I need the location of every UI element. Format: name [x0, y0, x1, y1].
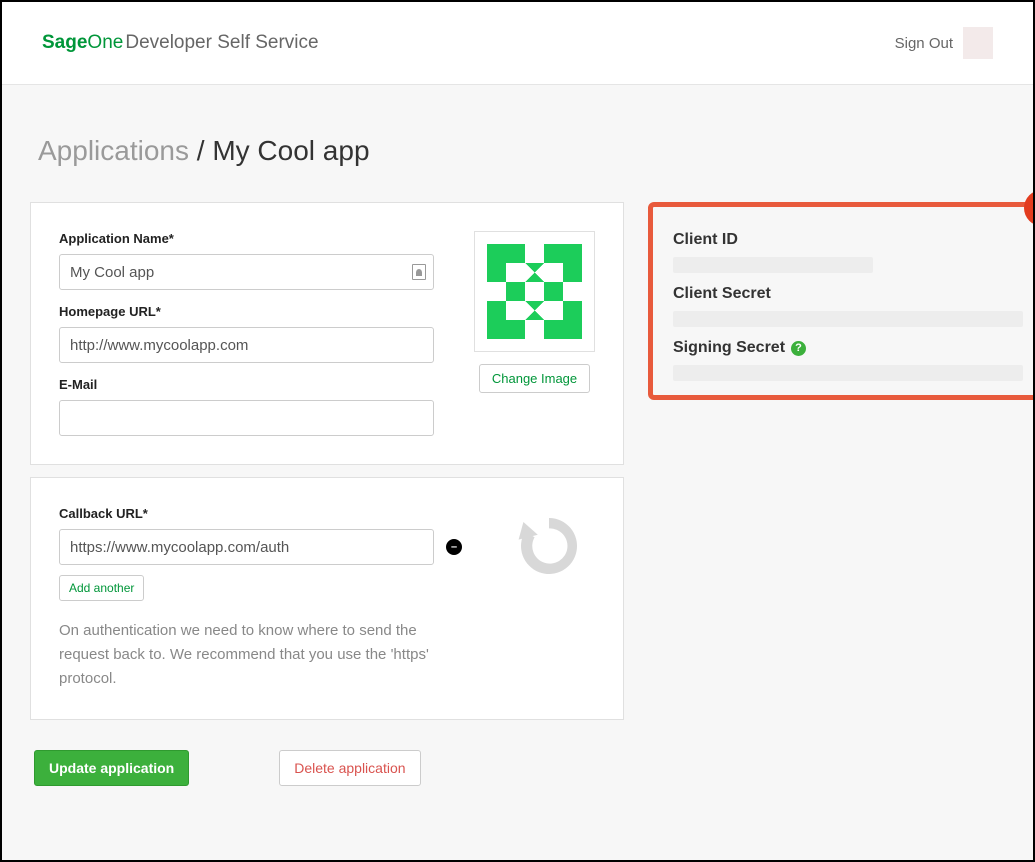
email-label: E-Mail — [59, 377, 434, 392]
signing-secret-label: Signing Secret ? — [673, 339, 1023, 357]
callback-help-text: On authentication we need to know where … — [59, 619, 459, 691]
breadcrumb-root[interactable]: Applications — [38, 135, 189, 166]
client-id-label: Client ID — [673, 231, 1023, 249]
callback-url-label: Callback URL* — [59, 506, 462, 521]
add-another-button[interactable]: Add another — [59, 575, 144, 601]
client-secret-value — [673, 311, 1023, 327]
brand-part-rest: Developer Self Service — [125, 32, 318, 53]
homepage-url-label: Homepage URL* — [59, 304, 434, 319]
brand-part-sage: Sage — [42, 32, 87, 53]
homepage-url-input[interactable] — [59, 327, 434, 363]
step-badge: 9 — [1024, 190, 1035, 226]
email-input[interactable] — [59, 400, 434, 436]
help-icon[interactable]: ? — [791, 341, 806, 356]
delete-application-button[interactable]: Delete application — [279, 750, 420, 786]
breadcrumb-sep: / — [189, 135, 212, 166]
app-details-card: Application Name* Homepage URL* E-Mail — [30, 202, 624, 465]
client-secret-label: Client Secret — [673, 285, 1023, 303]
app-name-input[interactable] — [59, 254, 434, 290]
api-keys-panel: 9 Client ID Client Secret Signing Secret… — [648, 202, 1035, 400]
breadcrumb-current: My Cool app — [212, 135, 369, 166]
client-id-value — [673, 257, 873, 273]
signing-secret-value — [673, 365, 1023, 381]
top-bar: SageOneDeveloper Self Service Sign Out — [2, 2, 1033, 85]
brand-part-one: One — [87, 32, 123, 53]
change-image-button[interactable]: Change Image — [479, 364, 590, 393]
update-application-button[interactable]: Update application — [34, 750, 189, 786]
breadcrumb: Applications / My Cool app — [38, 135, 1005, 167]
callback-url-input[interactable] — [59, 529, 434, 565]
callback-card: Callback URL* – Add another On authentic… — [30, 477, 624, 720]
app-identicon — [474, 231, 595, 352]
user-avatar-placeholder — [963, 27, 993, 59]
contact-card-icon — [412, 264, 426, 280]
remove-callback-icon[interactable]: – — [446, 539, 462, 555]
brand-logo: SageOneDeveloper Self Service — [42, 32, 319, 54]
sign-out-link[interactable]: Sign Out — [895, 35, 953, 52]
app-name-label: Application Name* — [59, 231, 434, 246]
signing-secret-label-text: Signing Secret — [673, 339, 785, 357]
loading-spinner-icon — [509, 506, 589, 591]
